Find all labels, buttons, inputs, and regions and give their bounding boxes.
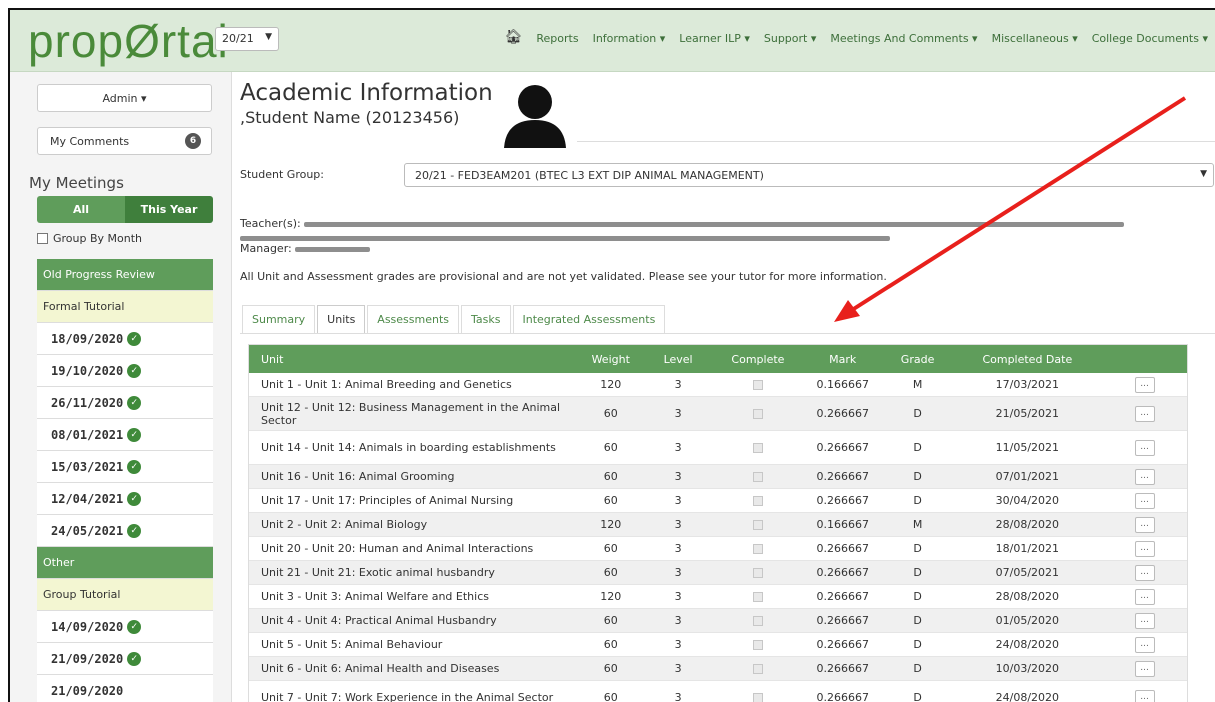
arrow-shaft — [850, 96, 1187, 312]
app-window: propØrtal 20/21 ▼ 🏠︎ Reports Information… — [8, 8, 1215, 702]
arrow-head — [834, 300, 860, 322]
annotation-arrow — [834, 96, 1187, 322]
